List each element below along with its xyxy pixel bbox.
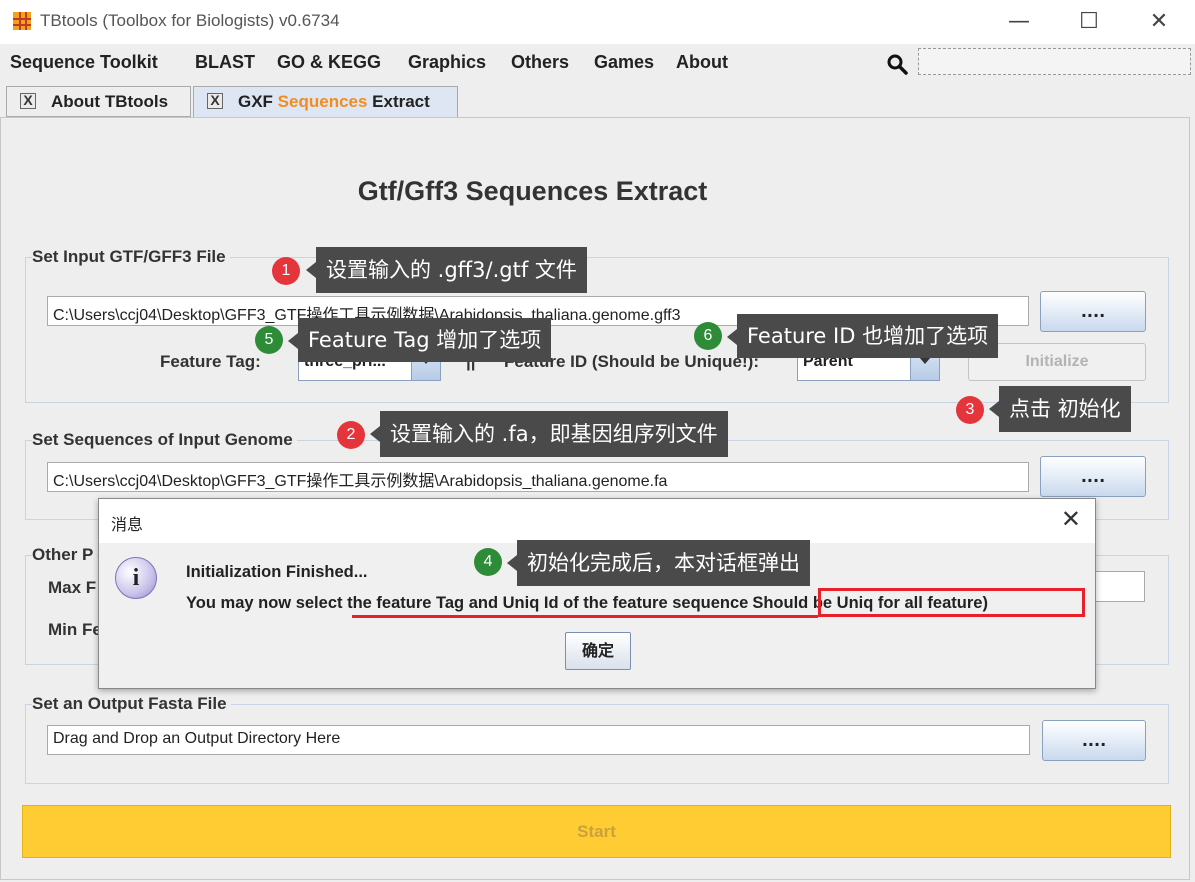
annotation-callout-6: Feature ID 也增加了选项 [726,314,999,358]
annotation-badge-6: 6 [694,322,722,350]
red-underline [352,615,818,618]
output-group-title: Set an Output Fasta File [32,694,231,714]
genome-path-input[interactable]: C:\Users\ccj04\Desktop\GFF3_GTF操作工具示例数据\… [47,462,1029,492]
annotation-callout-5: Feature Tag 增加了选项 [287,318,552,362]
menu-sequence-toolkit[interactable]: Sequence Toolkit [10,52,158,73]
message-dialog: 消息 ✕ i Initialization Finished... You ma… [98,498,1096,689]
search-icon[interactable] [886,53,908,75]
annotation-badge-2: 2 [337,421,365,449]
tbtools-logo-icon [13,12,31,30]
maximize-button[interactable]: ☐ [1066,6,1112,38]
output-path-input[interactable]: Drag and Drop an Output Directory Here [47,725,1030,755]
menu-games[interactable]: Games [594,52,654,73]
page-title: Gtf/Gff3 Sequences Extract [357,176,708,206]
tab-gxf-sequences-extract[interactable]: X GXF Sequences Extract [193,86,458,119]
close-tab-icon[interactable]: X [207,93,223,109]
max-length-label: Max F [48,578,97,597]
annotation-badge-4: 4 [474,548,502,576]
annotation-badge-5: 5 [255,326,283,354]
menu-blast[interactable]: BLAST [195,52,255,73]
dialog-close-icon[interactable]: ✕ [1061,505,1081,533]
annotation-badge-3: 3 [956,396,984,424]
tab-label-highlight: Sequences [277,92,368,111]
browse-genome-button[interactable]: .... [1040,456,1146,497]
annotation-callout-1: 设置输入的 .gff3/.gtf 文件 [306,247,587,293]
tab-about-tbtools[interactable]: X About TBtools [6,86,191,117]
min-length-label: Min Fe [48,620,102,639]
input-gff-group-title: Set Input GTF/GFF3 File [32,247,230,267]
red-highlight-box [818,588,1085,617]
input-genome-group-title: Set Sequences of Input Genome [32,430,297,450]
menu-go-kegg[interactable]: GO & KEGG [277,52,381,73]
dialog-title-bar: 消息 ✕ [99,499,1095,543]
annotation-callout-3: 点击 初始化 [989,386,1131,432]
tab-label: GXF Sequences Extract [238,92,430,112]
search-input[interactable] [918,48,1191,75]
tab-label-prefix: GXF [238,92,278,111]
max-length-input[interactable] [1090,571,1145,602]
dialog-title: 消息 [111,515,144,534]
menu-others[interactable]: Others [511,52,569,73]
close-tab-icon[interactable]: X [20,93,36,109]
close-window-button[interactable]: ✕ [1136,6,1182,38]
start-button[interactable]: Start [22,805,1171,858]
menu-about[interactable]: About [676,52,728,73]
minimize-button[interactable]: — [996,6,1042,38]
other-params-group-title: Other P [32,545,98,565]
annotation-badge-1: 1 [272,257,300,285]
tab-label: About TBtools [51,92,169,111]
annotation-callout-4: 初始化完成后，本对话框弹出 [507,540,810,586]
dialog-message-main: You may now select the feature Tag and U… [186,594,749,612]
tab-label-suffix: Extract [367,92,430,111]
feature-tag-label: Feature Tag: [160,352,261,371]
menu-graphics[interactable]: Graphics [408,52,486,73]
window-title: TBtools (Toolbox for Biologists) v0.6734 [40,11,340,30]
annotation-callout-2: 设置输入的 .fa，即基因组序列文件 [370,411,728,457]
info-icon: i [115,557,157,599]
browse-output-button[interactable]: .... [1042,720,1146,761]
browse-gff-button[interactable]: .... [1040,291,1146,332]
ok-button[interactable]: 确定 [565,632,631,670]
title-bar: TBtools (Toolbox for Biologists) v0.6734… [0,0,1195,44]
dialog-message-line1: Initialization Finished... [186,563,368,581]
